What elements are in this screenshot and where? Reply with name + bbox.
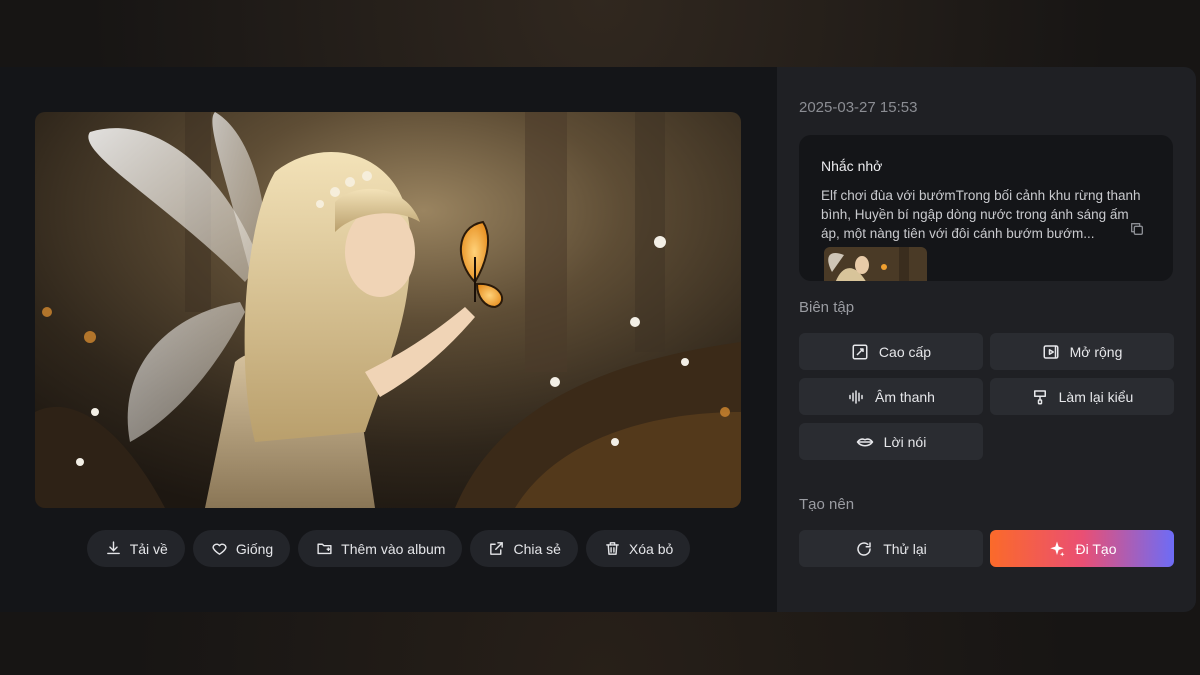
delete-button[interactable]: Xóa bỏ: [585, 530, 691, 567]
copy-icon[interactable]: [1129, 221, 1145, 237]
image-actions: Tải về Giống Thêm vào album Chia sẻ Xóa …: [0, 530, 777, 567]
expand-label: Mở rộng: [1069, 343, 1123, 360]
creation-timestamp: 2025-03-27 15:53: [799, 99, 918, 116]
thumbnail-image: [824, 247, 927, 281]
waveform-icon: [849, 389, 863, 404]
expand-icon: [1043, 344, 1059, 359]
speech-button[interactable]: Lời nói: [799, 423, 983, 460]
edit-section-label: Biên tập: [799, 299, 855, 316]
audio-button[interactable]: Âm thanh: [799, 378, 983, 415]
download-label: Tải về: [129, 540, 168, 557]
retry-button[interactable]: Thử lại: [799, 530, 983, 567]
create-section-label: Tạo nên: [799, 496, 855, 513]
prompt-card: Nhắc nhở Elf chơi đùa với bướmTrong bối …: [799, 135, 1173, 281]
advanced-label: Cao cấp: [878, 343, 932, 360]
share-icon: [490, 542, 504, 555]
share-label: Chia sẻ: [513, 540, 561, 557]
audio-label: Âm thanh: [875, 388, 935, 405]
generate-button[interactable]: Đi Tạo: [990, 530, 1174, 567]
retry-label: Thử lại: [883, 540, 927, 557]
folder-add-icon: [317, 543, 332, 555]
advanced-button[interactable]: Cao cấp: [799, 333, 983, 370]
paint-brush-icon: [1033, 389, 1046, 404]
like-button[interactable]: Giống: [192, 530, 291, 567]
preview-panel: Tải về Giống Thêm vào album Chia sẻ Xóa …: [0, 67, 777, 612]
like-label: Giống: [235, 540, 274, 557]
upscale-icon: [852, 344, 868, 359]
prompt-title: Nhắc nhở: [821, 158, 883, 174]
add-to-album-button[interactable]: Thêm vào album: [298, 530, 463, 567]
retry-icon: [857, 541, 871, 556]
prompt-text: Elf chơi đùa với bướmTrong bối cảnh khu …: [821, 188, 1141, 241]
trash-icon: [606, 542, 619, 555]
generate-label: Đi Tạo: [1075, 540, 1117, 557]
expand-button[interactable]: Mở rộng: [990, 333, 1174, 370]
delete-label: Xóa bỏ: [628, 540, 674, 557]
share-button[interactable]: Chia sẻ: [470, 530, 578, 567]
fairy-illustration: [35, 112, 741, 508]
sparkle-icon: [1049, 541, 1064, 556]
restyle-button[interactable]: Làm lại kiểu: [990, 378, 1174, 415]
image-detail-modal: Tải về Giống Thêm vào album Chia sẻ Xóa …: [0, 67, 1196, 612]
details-panel: 2025-03-27 15:53 Nhắc nhở Elf chơi đùa v…: [777, 67, 1196, 612]
add-to-album-label: Thêm vào album: [341, 540, 446, 557]
reference-thumbnail[interactable]: [824, 247, 927, 281]
download-button[interactable]: Tải về: [86, 530, 185, 567]
generated-image[interactable]: [35, 112, 741, 508]
heart-icon: [212, 543, 227, 555]
speech-label: Lời nói: [883, 433, 927, 450]
lips-icon: [856, 437, 873, 446]
download-icon: [106, 541, 120, 555]
restyle-label: Làm lại kiểu: [1058, 388, 1134, 405]
